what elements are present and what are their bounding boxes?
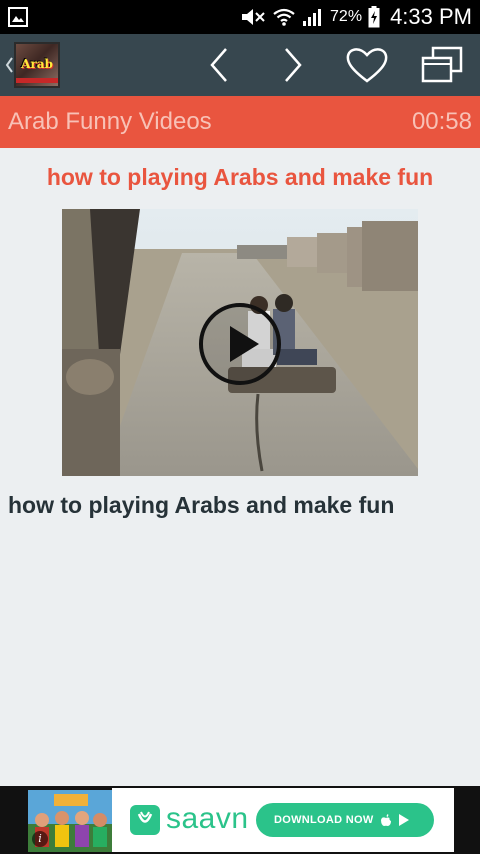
video-content: how to playing Arabs and make fun how to… <box>0 148 480 786</box>
info-icon[interactable]: i <box>32 831 48 847</box>
app-logo[interactable]: Arab <box>14 42 60 88</box>
next-icon <box>285 48 302 82</box>
download-now-button[interactable]: DOWNLOAD NOW <box>256 803 434 837</box>
ad-banner[interactable]: i saavn DOWNLOAD NOW <box>0 786 480 854</box>
download-now-label: DOWNLOAD NOW <box>274 814 374 826</box>
app-logo-text: Arab <box>21 57 53 71</box>
wifi-icon <box>273 8 295 26</box>
previous-button[interactable] <box>197 45 241 85</box>
windows-icon <box>421 46 463 83</box>
signal-icon <box>303 9 322 26</box>
ad-content[interactable]: saavn DOWNLOAD NOW <box>112 788 454 852</box>
apple-icon <box>380 814 391 826</box>
action-bar: Arab <box>0 34 480 96</box>
next-button[interactable] <box>271 45 315 85</box>
app-logo-band <box>16 78 58 83</box>
saavn-logo-icon <box>130 805 160 835</box>
status-icons: 72% 4:33 PM <box>240 0 472 34</box>
countdown-timer: 00:58 <box>411 108 472 135</box>
battery-charging-icon <box>368 6 380 28</box>
image-notification-icon <box>8 7 28 27</box>
video-heading: how to playing Arabs and make fun <box>46 164 434 190</box>
ad-brand: saavn <box>166 802 249 835</box>
previous-icon <box>210 48 227 82</box>
app-title: Arab Funny Videos <box>8 108 212 135</box>
heart-icon <box>346 48 388 83</box>
windows-button[interactable] <box>420 45 464 85</box>
title-bar: Arab Funny Videos 00:58 <box>0 96 480 148</box>
mute-icon <box>242 9 265 25</box>
clock: 4:33 PM <box>390 4 472 29</box>
back-caret-icon[interactable] <box>4 50 14 80</box>
play-icon[interactable] <box>197 301 283 387</box>
video-thumbnail[interactable] <box>62 209 418 476</box>
favorite-button[interactable] <box>345 45 389 85</box>
battery-percent: 72% <box>330 8 363 25</box>
video-caption: how to playing Arabs and make fun <box>8 492 395 518</box>
play-store-icon <box>398 814 409 826</box>
status-bar: 72% 4:33 PM <box>0 0 480 34</box>
